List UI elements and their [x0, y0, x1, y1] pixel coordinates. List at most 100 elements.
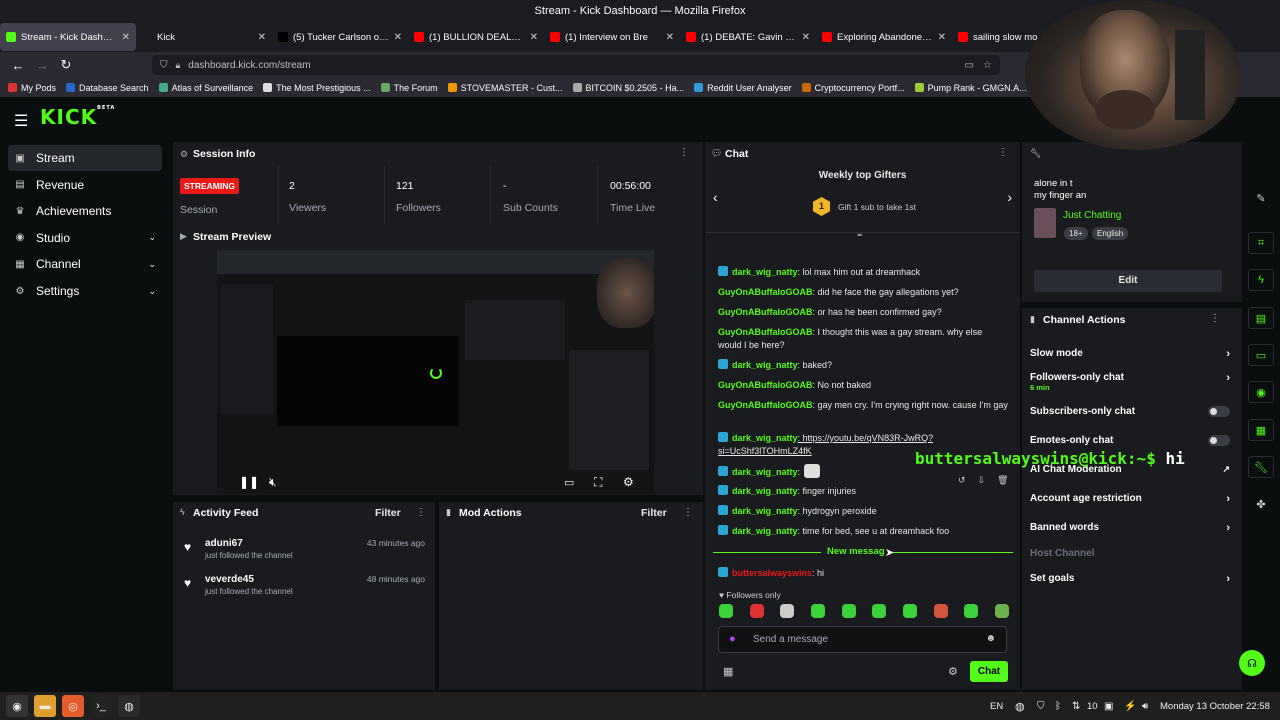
chat-input[interactable]: ● Send a message ☻ — [718, 626, 1007, 653]
own-chat-message[interactable]: buttersalwayswins: hi — [718, 567, 1008, 580]
browser-tab[interactable]: (5) Tucker Carlson on X: ✕ — [272, 23, 408, 51]
bookmark-item[interactable]: Pump Rank - GMGN.A... — [914, 83, 1027, 93]
emote-icon[interactable] — [933, 604, 948, 618]
more-options-icon[interactable]: ⋮ — [679, 147, 689, 158]
emote-icon[interactable] — [719, 604, 733, 618]
chevron-down-icon[interactable]: ⌄ — [148, 259, 156, 270]
bluetooth-icon[interactable]: ᛒ — [1055, 701, 1061, 712]
more-options-icon[interactable]: ⋮ — [1210, 313, 1220, 324]
sidebar-item-revenue[interactable]: ▤ Revenue — [8, 172, 162, 198]
category-link[interactable]: Just Chatting — [1063, 210, 1121, 221]
chat-username[interactable]: dark_wig_natty — [732, 486, 798, 496]
chat-username[interactable]: dark_wig_natty — [732, 526, 798, 536]
sidebar-item-channel[interactable]: ▦ Channel ⌄ — [8, 251, 162, 277]
back-icon[interactable]: ← — [6, 58, 30, 73]
close-icon[interactable]: ✕ — [530, 32, 538, 43]
gift-icon[interactable]: ▦ — [723, 665, 733, 678]
new-messages-divider[interactable]: New messag — [821, 546, 891, 557]
channel-action-set-goals[interactable]: Set goals › — [1030, 573, 1230, 585]
microphone-icon[interactable]: ● — [729, 633, 736, 645]
clock[interactable]: Monday 13 October 22:58 — [1160, 701, 1270, 712]
bookmark-star-icon[interactable]: ☆ — [983, 60, 992, 71]
obs-icon[interactable]: ◍ — [118, 695, 140, 717]
chevron-right-icon[interactable]: › — [1007, 189, 1012, 205]
bookmark-item[interactable]: Reddit User Analyser — [694, 83, 792, 93]
forward-icon[interactable]: → — [30, 58, 54, 73]
keyboard-layout[interactable]: EN — [990, 701, 1003, 712]
bookmark-item[interactable]: STOVEMASTER - Cust... — [447, 83, 563, 93]
reply-icon[interactable]: ↺ — [958, 475, 966, 486]
channel-action-followers-only-chat[interactable]: Followers-only chat 6 min › — [1030, 372, 1230, 392]
browser-tab[interactable]: Exploring Abandoned F ✕ — [816, 23, 952, 51]
firefox-icon[interactable]: ◎ — [62, 695, 84, 717]
fullscreen-icon[interactable]: ⛶ — [594, 475, 602, 490]
sidebar-item-studio[interactable]: ◉ Studio ⌄ — [8, 225, 162, 251]
sidebar-item-stream[interactable]: ▣ Stream — [8, 145, 162, 171]
more-options-icon[interactable]: ⋮ — [683, 507, 693, 518]
emoji-icon[interactable]: ☻ — [985, 633, 996, 644]
chat-message[interactable]: GuyOnABuffaloGOAB: gay men cry. I'm cryi… — [718, 399, 1008, 412]
obs-tray-icon[interactable]: ◍ — [1015, 700, 1025, 713]
bookmark-item[interactable]: Atlas of Surveillance — [158, 83, 253, 93]
chat-username[interactable]: dark_wig_natty — [732, 360, 798, 370]
activity-user[interactable]: aduni67 — [205, 538, 243, 549]
pin-icon[interactable]: ⇩ — [978, 475, 986, 486]
chat-username[interactable]: GuyOnABuffaloGOAB — [718, 327, 813, 337]
bookmark-item[interactable]: Cryptocurrency Portf... — [801, 83, 905, 93]
settings-gear-icon[interactable]: ⚙ — [623, 475, 634, 489]
channel-action-emotes-only-chat[interactable]: Emotes-only chat — [1030, 435, 1230, 446]
browser-tab[interactable]: Kick ✕ — [136, 23, 272, 51]
chat-message[interactable]: GuyOnABuffaloGOAB: I thought this was a … — [718, 326, 1008, 352]
emote-icon[interactable] — [810, 604, 825, 618]
chat-message[interactable]: dark_wig_natty: finger injuries — [718, 485, 1008, 498]
more-options-icon[interactable]: ⋮ — [998, 147, 1008, 158]
trash-icon[interactable]: 🗑︎ — [997, 475, 1008, 486]
pause-icon[interactable]: ❚❚ — [239, 475, 259, 489]
emote-icon[interactable] — [994, 604, 1009, 618]
chat-message[interactable]: dark_wig_natty: time for bed, see u at d… — [718, 525, 1008, 538]
mod-filter-button[interactable]: Filter — [641, 507, 667, 519]
emote-icon[interactable] — [749, 604, 764, 618]
puzzle-icon[interactable]: ✤ — [1248, 493, 1274, 515]
tag-english[interactable]: English — [1092, 227, 1129, 240]
chat-username[interactable]: dark_wig_natty — [732, 467, 798, 477]
emote-icon[interactable] — [872, 604, 887, 618]
close-icon[interactable]: ✕ — [938, 32, 946, 43]
chat-icon[interactable]: ▭ — [1248, 344, 1274, 366]
kick-logo[interactable]: KICKBETA — [40, 105, 115, 129]
bookmark-item[interactable]: The Forum — [380, 83, 438, 93]
channel-action-account-age-restriction[interactable]: Account age restriction › — [1030, 493, 1230, 505]
wrench-icon[interactable]: 🔧︎ — [1248, 456, 1274, 478]
document-icon[interactable]: ▤ — [1248, 307, 1274, 329]
layout-icon[interactable]: ▦ — [1248, 419, 1274, 441]
close-icon[interactable]: ✕ — [802, 32, 810, 43]
emote-icon[interactable] — [780, 604, 795, 618]
bookmark-item[interactable]: BITCOIN $0.2505 - Ha... — [572, 83, 684, 93]
broadcast-icon[interactable]: ◉ — [1248, 381, 1274, 403]
mute-icon[interactable]: 🔇︎ — [269, 475, 277, 490]
channel-action-banned-words[interactable]: Banned words › — [1030, 522, 1230, 534]
chat-username[interactable]: GuyOnABuffaloGOAB — [718, 380, 813, 390]
menu-icon[interactable]: ☰ — [14, 111, 28, 131]
channel-action-host-channel[interactable]: Host Channel — [1030, 548, 1230, 559]
shield-tray-icon[interactable]: ⛉ — [1037, 701, 1045, 712]
files-icon[interactable]: ▬ — [34, 695, 56, 717]
pin-icon[interactable]: ≡ — [857, 229, 862, 239]
toggle-switch[interactable] — [1208, 406, 1230, 417]
browser-tab[interactable]: Stream - Kick Dashboard ✕ — [0, 23, 136, 51]
chat-username[interactable]: dark_wig_natty — [732, 506, 798, 516]
display-icon[interactable]: ▣ — [1104, 701, 1113, 712]
activity-user[interactable]: veverde45 — [205, 574, 254, 585]
edit-button[interactable]: Edit — [1034, 270, 1222, 292]
browser-tab[interactable]: (1) DEBATE: Gavin McInn✕ — [680, 23, 816, 51]
browser-tab[interactable]: (1) Interview on Bre ✕ — [544, 23, 680, 51]
activity-filter-button[interactable]: Filter — [375, 507, 401, 519]
url-bar[interactable]: ⛉ 🔒︎ dashboard.kick.com/stream ▭ ☆ — [152, 55, 1000, 75]
emote-icon[interactable] — [902, 604, 917, 618]
close-icon[interactable]: ✕ — [394, 32, 402, 43]
lightning-icon[interactable]: ϟ — [1248, 269, 1274, 291]
channel-action-subscribers-only-chat[interactable]: Subscribers-only chat — [1030, 406, 1230, 417]
emote-icon[interactable] — [964, 604, 979, 618]
chat-message[interactable]: GuyOnABuffaloGOAB: or has he been confir… — [718, 306, 1008, 319]
emote-icon[interactable] — [841, 604, 856, 618]
